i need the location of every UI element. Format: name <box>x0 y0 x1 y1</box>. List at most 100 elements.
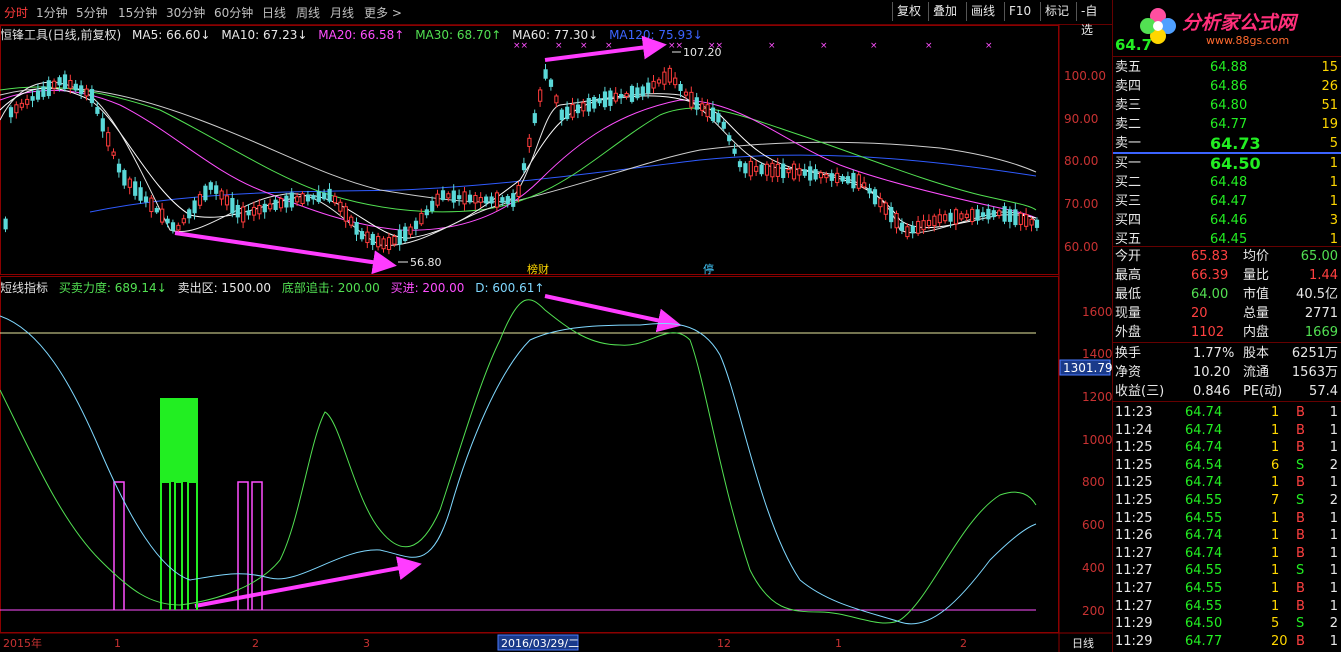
time-tick: 1 <box>835 637 842 650</box>
tick-count: 1 <box>1329 440 1338 456</box>
candle-body <box>52 80 57 89</box>
tick-time: 11:27 <box>1115 545 1153 561</box>
candle-body <box>635 87 640 99</box>
candle-body <box>224 195 230 206</box>
tick-side: B <box>1296 475 1305 491</box>
candle-body <box>430 200 435 212</box>
tick-row: 11:26 64.74 1 B 1 <box>1113 526 1341 545</box>
tick-price: 64.77 <box>1185 633 1223 649</box>
f10-button[interactable]: F10 <box>1004 2 1035 21</box>
candle-body <box>559 109 564 121</box>
candle-body <box>727 135 732 142</box>
period-tab-60min[interactable]: 60分钟 <box>214 4 253 21</box>
candle-body <box>435 193 440 206</box>
tick-count: 1 <box>1329 528 1338 544</box>
candle-body <box>899 222 905 231</box>
period-tab-30min[interactable]: 30分钟 <box>166 4 205 21</box>
ask-row: 卖二 64.77 19 <box>1113 115 1341 134</box>
candle-body <box>419 212 424 225</box>
tick-volume: 1 <box>1271 545 1280 561</box>
kline-chart[interactable]: 100.00 90.00 80.00 70.00 60.00 1600 1400… <box>0 24 1112 652</box>
candle-body <box>554 95 559 104</box>
tick-count: 1 <box>1329 510 1338 526</box>
adjust-button[interactable]: 复权 <box>892 2 925 21</box>
tick-count: 2 <box>1329 457 1338 473</box>
candle-body <box>8 107 14 118</box>
svg-text:××: ×× <box>668 41 683 51</box>
stat-value: 2771 <box>1304 306 1338 321</box>
candle-body <box>592 96 597 109</box>
overlay-button[interactable]: 叠加 <box>928 2 961 21</box>
candle-body <box>424 209 429 216</box>
ask-label: 卖二 <box>1115 117 1142 132</box>
candle-body <box>689 91 694 108</box>
candle-body <box>403 226 408 242</box>
tick-time: 11:24 <box>1115 422 1153 438</box>
svg-text:×: × <box>925 41 933 51</box>
period-tab-intraday[interactable]: 分时 <box>4 4 28 21</box>
candle-body <box>705 104 710 118</box>
stat-row: 最低 64.00 市值 40.5亿 <box>1113 285 1341 304</box>
fund-value: 1563万 <box>1291 365 1338 380</box>
candle-body <box>338 201 343 212</box>
period-tab-5min[interactable]: 5分钟 <box>76 4 108 21</box>
price-tick: 90.00 <box>1064 112 1098 126</box>
candle-body <box>349 216 354 226</box>
period-tab-daily[interactable]: 日线 <box>262 4 286 21</box>
candle-body <box>451 190 456 203</box>
fund-row: 收益(三) 0.846 PE(动) 57.4 <box>1113 382 1341 401</box>
candle-body <box>748 160 753 177</box>
candle-body <box>602 91 608 108</box>
period-tab-1min[interactable]: 1分钟 <box>36 4 68 21</box>
period-tab-monthly[interactable]: 月线 <box>330 4 354 21</box>
candle-body <box>737 161 743 168</box>
tick-time: 11:29 <box>1115 616 1153 632</box>
force-line <box>0 299 1037 624</box>
tick-side: B <box>1296 545 1305 561</box>
indicator-tick: 1400 <box>1082 347 1112 361</box>
candle-body <box>775 163 780 177</box>
candle-body <box>311 195 316 200</box>
ask-row: 卖四 64.86 26 <box>1113 77 1341 96</box>
draw-line-button[interactable]: 画线 <box>966 2 999 21</box>
candle-body <box>133 181 138 196</box>
candle-body <box>305 194 311 202</box>
candle-body <box>948 212 953 222</box>
svg-text:×: × <box>555 41 563 51</box>
period-more-menu[interactable]: 更多 > <box>364 4 402 21</box>
tick-count: 1 <box>1329 633 1338 649</box>
news-tag[interactable]: 榜财 <box>527 262 549 276</box>
tick-side: B <box>1296 510 1305 526</box>
candle-body <box>910 225 915 234</box>
tick-count: 2 <box>1329 616 1338 632</box>
indicator-tick: 1600 <box>1082 305 1112 319</box>
bid-price: 64.46 <box>1210 213 1248 228</box>
candle-body <box>100 118 105 132</box>
candle-body <box>716 113 721 123</box>
candle-body <box>878 198 883 208</box>
tick-side: B <box>1296 598 1305 614</box>
candle-body <box>683 91 689 96</box>
period-tab-15min[interactable]: 15分钟 <box>118 4 157 21</box>
candle-body <box>505 196 510 204</box>
tick-side: S <box>1296 457 1305 473</box>
candle-body <box>462 191 467 205</box>
stat-label: 总量 <box>1243 306 1270 321</box>
tick-price: 64.74 <box>1185 475 1223 491</box>
candle-body <box>613 92 618 102</box>
add-watchlist-button[interactable]: -自选 <box>1076 2 1112 37</box>
tick-side: S <box>1296 563 1305 579</box>
candle-body <box>964 213 969 219</box>
suspend-tag[interactable]: 停 <box>703 262 714 276</box>
candle-body <box>516 184 521 198</box>
candle-body <box>95 107 100 114</box>
mark-button[interactable]: 标记 <box>1040 2 1073 21</box>
candle-body <box>219 190 224 200</box>
candle-body <box>467 194 473 203</box>
svg-text:××: ×× <box>708 41 723 51</box>
fund-label: 净资 <box>1115 365 1142 380</box>
time-tick: 3 <box>363 637 370 650</box>
tick-volume: 1 <box>1271 422 1280 438</box>
bid-row: 买一 64.50 1 <box>1113 154 1341 173</box>
period-tab-weekly[interactable]: 周线 <box>296 4 320 21</box>
